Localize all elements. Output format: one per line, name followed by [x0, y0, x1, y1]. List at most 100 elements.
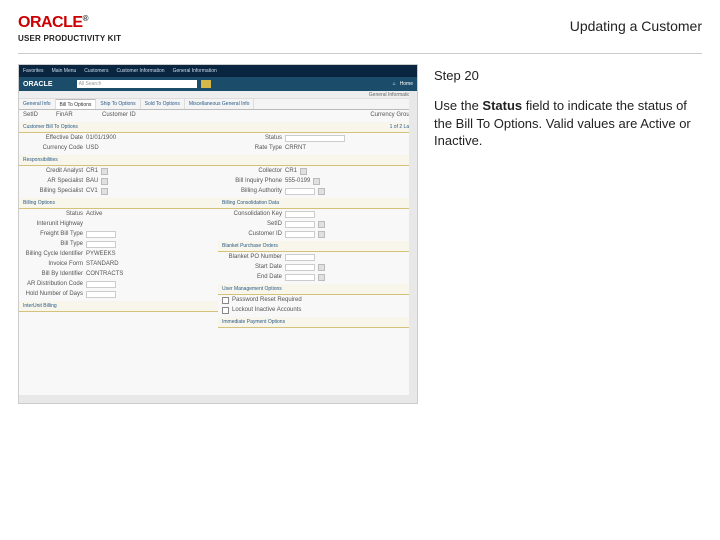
tab-general-info[interactable]: General Info [19, 99, 56, 109]
blanket-end-field[interactable] [285, 274, 315, 281]
bill-inquiry-phone-label: Bill Inquiry Phone [222, 178, 282, 184]
tab-bill-to-options[interactable]: Bill To Options [56, 99, 97, 109]
menu-custinfo[interactable]: Customer Information [116, 68, 164, 74]
instruction-panel: Step 20 Use the Status field to indicate… [434, 64, 702, 404]
hold-days-label: Hold Number of Days [23, 291, 83, 297]
blanket-start-field[interactable] [285, 264, 315, 271]
collector-label: Collector [222, 168, 282, 174]
step-instruction: Use the Status field to indicate the sta… [434, 97, 702, 150]
lockout-checkbox[interactable] [222, 307, 229, 314]
oracle-logo: ORACLE® [18, 14, 121, 32]
billing-specialist-value: CV1 [86, 188, 98, 194]
lookup-icon[interactable] [318, 221, 325, 228]
step-label: Step 20 [434, 68, 702, 83]
lookup-icon[interactable] [101, 178, 108, 185]
billing-status-label: Status [23, 211, 83, 217]
search-button[interactable] [201, 80, 211, 88]
blanket-end-label: End Date [222, 274, 282, 280]
hold-days-field[interactable] [86, 291, 116, 298]
instr-bold: Status [482, 98, 522, 113]
lookup-icon[interactable] [300, 168, 307, 175]
lookup-icon[interactable] [101, 168, 108, 175]
blanket-po-num-field[interactable] [285, 254, 315, 261]
logo-text: ORACLE [18, 14, 83, 31]
billing-options-header: Billing Options [19, 198, 218, 209]
registered-mark: ® [83, 14, 88, 23]
blanket-po-num-label: Blanket PO Number [222, 254, 282, 260]
eff-date-value: 01/01/1900 [86, 135, 116, 141]
bill-by-label: Bill By Identifier [23, 271, 83, 277]
lookup-icon[interactable] [101, 188, 108, 195]
app-topmenu: Favorites Main Menu Customers Customer I… [19, 65, 417, 77]
currency-group-label: Currency Group [353, 112, 413, 118]
calendar-icon[interactable] [318, 264, 325, 271]
ar-specialist-label: AR Specialist [23, 178, 83, 184]
blanket-po-header: Blanket Purchase Orders [218, 241, 417, 252]
eff-date-label: Effective Date [23, 135, 83, 141]
menu-customers[interactable]: Customers [84, 68, 108, 74]
menu-main[interactable]: Main Menu [52, 68, 77, 74]
responsibilities-section: Credit Analyst CR1 AR SpecialistBAU Billi… [19, 166, 417, 196]
rate-type-label: Rate Type [222, 145, 282, 151]
pwd-reset-label: Password Reset Required [232, 297, 302, 303]
home-label[interactable]: Home [400, 81, 413, 87]
app-brandbar: ORACLE All Search ⌂ Home [19, 77, 417, 91]
lower-sections: Billing Options StatusActive Interunit H… [19, 196, 417, 328]
billing-authority-label: Billing Authority [222, 188, 282, 194]
interunit-billing-header: InterUnit Billing [19, 301, 218, 312]
consol-setid-label: SetID [222, 221, 282, 227]
pwd-reset-checkbox[interactable] [222, 297, 229, 304]
consol-custid-field[interactable] [285, 231, 315, 238]
status-field[interactable] [285, 135, 345, 142]
billing-specialist-label: Billing Specialist [23, 188, 83, 194]
rate-type-value: CRRNT [285, 145, 306, 151]
currency-code-label: Currency Code [23, 145, 83, 151]
logo-block: ORACLE® USER PRODUCTIVITY KIT [18, 14, 121, 43]
menu-geninfo[interactable]: General Information [173, 68, 217, 74]
bill-type-label: Bill Type [23, 241, 83, 247]
ar-dist-code-field[interactable] [86, 281, 116, 288]
effective-status-row: Effective Date01/01/1900 Currency CodeUS… [19, 133, 417, 153]
billing-authority-field[interactable] [285, 188, 315, 195]
horizontal-scrollbar[interactable] [19, 395, 409, 403]
lockout-label: Lockout Inactive Accounts [232, 307, 301, 313]
menu-favorites[interactable]: Favorites [23, 68, 44, 74]
calendar-icon[interactable] [318, 274, 325, 281]
blanket-start-label: Start Date [222, 264, 282, 270]
consol-key-label: Consolidation Key [222, 211, 282, 217]
tab-sold-to-options[interactable]: Sold To Options [141, 99, 185, 109]
immediate-payment-header: Immediate Payment Options [218, 317, 417, 328]
bill-type-field[interactable] [86, 241, 116, 248]
bill-inquiry-phone-value: 555-0199 [285, 178, 310, 184]
freight-bill-type-field[interactable] [86, 231, 116, 238]
customer-id-label: Customer ID [76, 112, 136, 118]
top-fields-row: SetID FinAR Customer ID Currency Group [19, 110, 417, 120]
responsibilities-header: Responsibilities [19, 155, 417, 166]
billing-status-value: Active [86, 211, 102, 217]
lookup-icon[interactable] [313, 178, 320, 185]
user-mgmt-header: User Management Options [218, 284, 417, 295]
tab-misc-general-info[interactable]: Miscellaneous General Info [185, 99, 255, 109]
tab-ship-to-options[interactable]: Ship To Options [96, 99, 140, 109]
setid-value: FinAR [56, 112, 73, 118]
bill-to-options-bar: Customer Bill To Options 1 of 2 Last [19, 122, 417, 133]
instr-pre: Use the [434, 98, 482, 113]
app-logo: ORACLE [23, 81, 53, 88]
billing-cycle-value: PYWEEKS [86, 251, 116, 257]
collector-value: CR1 [285, 168, 297, 174]
home-icon[interactable]: ⌂ [393, 81, 396, 87]
upk-subtitle: USER PRODUCTIVITY KIT [18, 34, 121, 43]
vertical-scrollbar[interactable] [409, 91, 417, 403]
consol-setid-field[interactable] [285, 221, 315, 228]
invoice-form-label: Invoice Form [23, 261, 83, 267]
invoice-form-value: STANDARD [86, 261, 119, 267]
ar-specialist-value: BAU [86, 178, 98, 184]
credit-analyst-label: Credit Analyst [23, 168, 83, 174]
consol-key-field[interactable] [285, 211, 315, 218]
ar-dist-code-label: AR Distribution Code [23, 281, 83, 287]
app-tabs: General Info Bill To Options Ship To Opt… [19, 99, 417, 110]
lookup-icon[interactable] [318, 231, 325, 238]
interunit-highway-label: Interunit Highway [23, 221, 83, 227]
lookup-icon[interactable] [318, 188, 325, 195]
search-input[interactable]: All Search [77, 80, 197, 88]
